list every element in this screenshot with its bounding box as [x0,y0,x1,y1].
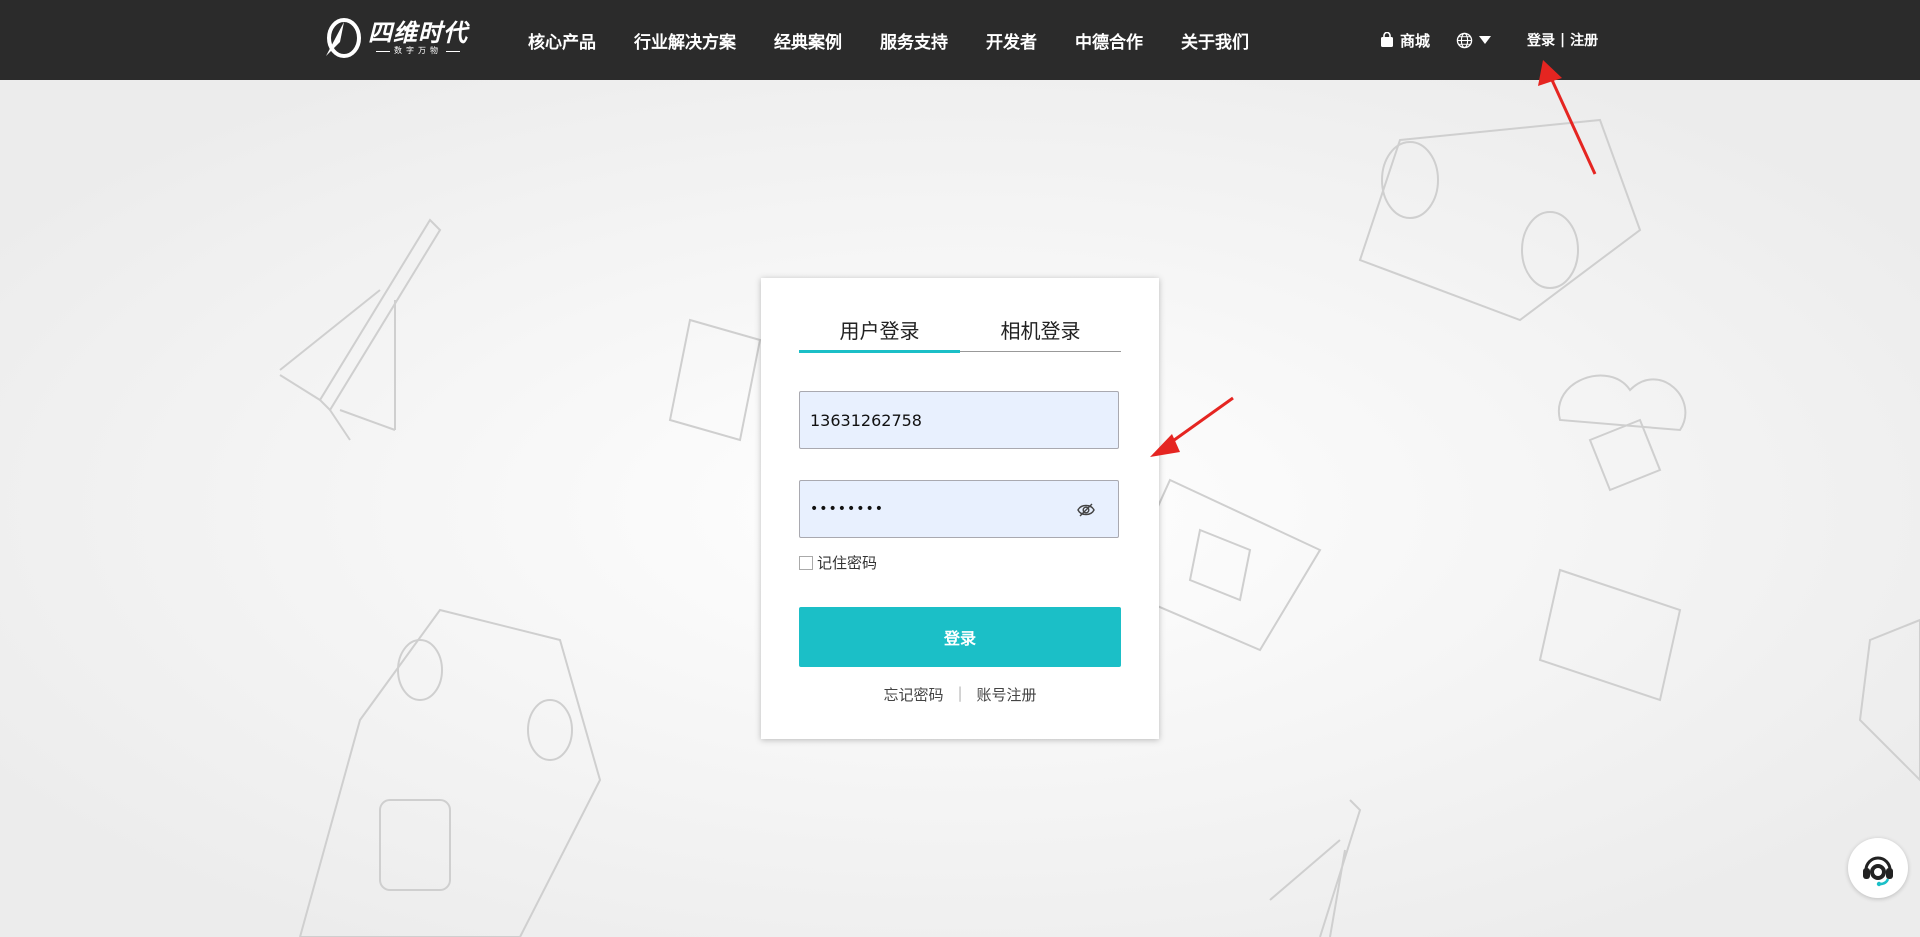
nav-item-classic-cases[interactable]: 经典案例 [774,28,842,53]
links-divider: | [957,684,963,702]
phone-input-value: 13631262758 [810,410,922,430]
password-input-value: •••••••• [810,501,885,517]
phone-input[interactable]: 13631262758 [799,391,1119,449]
nav-item-core-products[interactable]: 核心产品 [528,28,596,53]
remember-label: 记住密码 [817,554,878,572]
login-tabs: 用户登录 相机登录 [799,318,1121,353]
logo-title: 四维时代 [368,19,468,47]
register-account-link[interactable]: 账号注册 [977,684,1037,705]
remember-checkbox[interactable] [799,555,813,570]
auth-links: 登录 | 注册 [1527,30,1598,50]
top-navigation-bar: 四维时代 数字万物 核心产品 行业解决方案 经典案例 服务支持 开发者 中德合作… [0,0,1920,80]
brand-logo[interactable]: 四维时代 数字万物 [320,16,470,60]
globe-icon [1456,32,1473,48]
language-selector[interactable] [1456,32,1497,49]
main-nav: 核心产品 行业解决方案 经典案例 服务支持 开发者 中德合作 关于我们 [528,0,1287,80]
shopping-bag-icon [1381,32,1393,47]
forgot-password-link[interactable]: 忘记密码 [883,684,943,705]
nav-item-service-support[interactable]: 服务支持 [880,28,948,53]
tab-camera-login[interactable]: 相机登录 [960,318,1121,351]
header-right-area: 商城 登录 | 注册 [1380,0,1598,80]
nav-item-developers[interactable]: 开发者 [986,28,1037,53]
eye-off-icon[interactable] [1076,500,1096,520]
password-input[interactable]: •••••••• [799,480,1119,538]
nav-item-industry-solutions[interactable]: 行业解决方案 [634,28,736,53]
login-submit-button[interactable]: 登录 [799,607,1121,667]
shop-link[interactable]: 商城 [1380,30,1430,51]
nav-item-about-us[interactable]: 关于我们 [1181,28,1249,53]
remember-password[interactable]: 记住密码 [799,552,877,573]
logo-mark-icon [326,18,361,58]
tab-user-login[interactable]: 用户登录 [799,318,960,353]
shop-label: 商城 [1400,31,1431,50]
logo-subtitle: 数字万物 [372,46,464,56]
auth-separator: | [1560,32,1566,48]
login-card: 用户登录 相机登录 13631262758 •••••••• 记住密码 登录 忘… [761,278,1159,739]
nav-item-sino-german[interactable]: 中德合作 [1075,28,1143,53]
header-register-link[interactable]: 注册 [1570,30,1598,50]
chevron-down-icon [1479,36,1492,44]
customer-service-icon [1863,856,1893,887]
header-login-link[interactable]: 登录 [1527,30,1555,50]
customer-service-button[interactable] [1848,838,1908,898]
login-footer-links: 忘记密码 | 账号注册 [761,684,1159,705]
